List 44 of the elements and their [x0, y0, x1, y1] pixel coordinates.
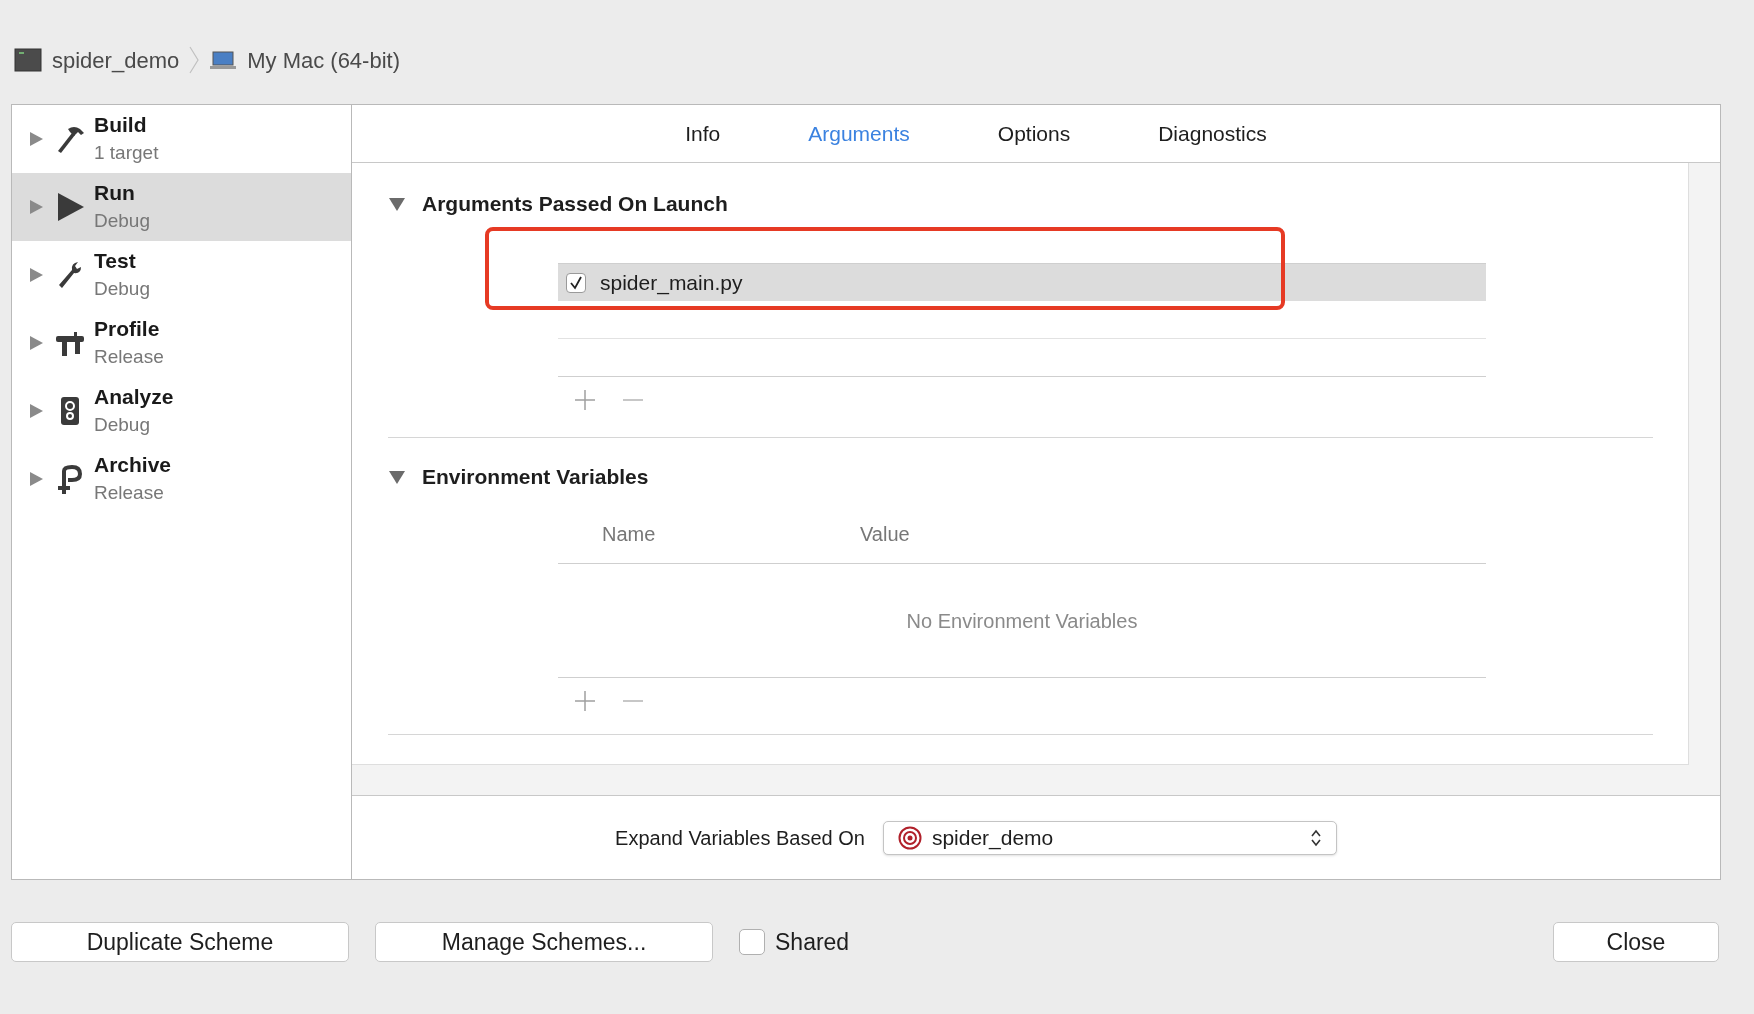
laptop-icon: [209, 50, 238, 70]
expand-variables-label: Expand Variables Based On: [615, 825, 865, 851]
item-subtitle: Debug: [94, 277, 150, 301]
item-subtitle: Debug: [94, 413, 151, 437]
column-header: Value: [860, 521, 910, 547]
target-icon: [897, 825, 922, 850]
stepper-icon: [1309, 827, 1322, 848]
item-title: Profile: [94, 316, 161, 342]
sidebar-item[interactable]: Run Debug: [12, 173, 351, 241]
terminal-icon: [14, 48, 42, 72]
shared-checkbox[interactable]: [739, 929, 765, 955]
tab[interactable]: Info: [685, 117, 721, 150]
column-header: Name: [601, 521, 657, 547]
section-title: Environment Variables: [422, 464, 649, 491]
item-subtitle: Debug: [94, 209, 150, 233]
duplicate-scheme-button[interactable]: Duplicate Scheme: [11, 922, 349, 962]
disclosure-icon[interactable]: [388, 469, 406, 485]
item-subtitle: 1 target: [94, 141, 159, 165]
item-title: Analyze: [94, 384, 174, 410]
item-title: Run: [94, 180, 136, 206]
chevron-icon: [189, 46, 200, 74]
shared-label: Shared: [775, 927, 850, 957]
item-subtitle: Release: [94, 481, 165, 505]
destination-name[interactable]: My Mac (64-bit): [247, 43, 400, 77]
item-title: Archive: [94, 452, 172, 478]
empty-message: No Environment Variables: [906, 608, 1138, 634]
argument-row[interactable]: spider_main.py: [558, 263, 1486, 301]
tab[interactable]: Diagnostics: [1158, 117, 1267, 150]
item-title: Build: [94, 112, 148, 138]
argument-text: spider_main.py: [600, 269, 743, 297]
target-dropdown[interactable]: spider_demo: [882, 820, 1337, 855]
item-title: Test: [94, 248, 137, 274]
checkmark-icon: [569, 275, 583, 290]
checkbox[interactable]: [566, 272, 586, 293]
close-button[interactable]: Close: [1553, 922, 1719, 962]
disclosure-icon[interactable]: [388, 196, 406, 212]
section-title: Arguments Passed On Launch: [422, 191, 728, 218]
tab[interactable]: Options: [997, 117, 1071, 150]
tab[interactable]: Arguments: [808, 117, 910, 150]
scheme-name[interactable]: spider_demo: [52, 43, 180, 77]
manage-schemes-button[interactable]: Manage Schemes...: [375, 922, 713, 962]
item-subtitle: Release: [94, 345, 164, 369]
add-icon[interactable]: [574, 389, 596, 411]
add-icon[interactable]: [574, 690, 596, 712]
